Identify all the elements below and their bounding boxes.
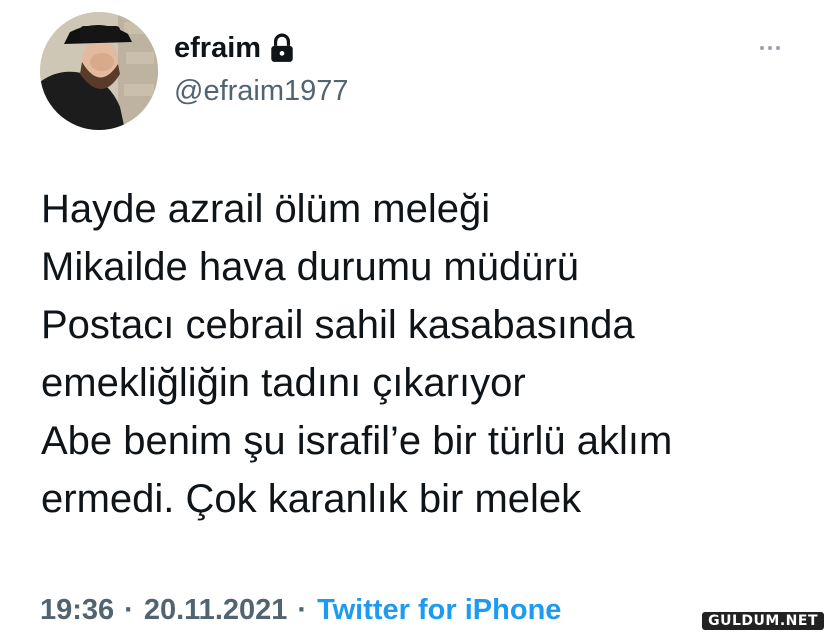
meta-separator: · [124, 594, 134, 626]
username[interactable]: @efraim1977 [174, 73, 349, 109]
tweet-line: Hayde azrail ölüm meleği [41, 187, 491, 231]
more-horizontal-icon-dot [776, 46, 780, 50]
tweet-date[interactable]: 20.11.2021 [144, 594, 288, 626]
tweet-line: ermedi. Çok karanlık bir melek [41, 477, 582, 521]
tweet-text: Hayde azrail ölüm meleği Mikailde hava d… [41, 180, 801, 528]
tweet-line: Mikailde hava durumu müdürü [41, 245, 580, 289]
more-horizontal-icon-dot [768, 46, 772, 50]
more-horizontal-icon-dot [760, 46, 764, 50]
avatar-photo [40, 12, 158, 130]
lock-icon [269, 33, 295, 63]
display-name-text: efraim [174, 32, 262, 64]
display-name[interactable]: efraim [174, 30, 295, 66]
tweet-source-link[interactable]: Twitter for iPhone [317, 594, 561, 626]
tweet-line: emekliğliğin tadını çıkarıyor [41, 361, 526, 405]
user-avatar[interactable] [40, 12, 158, 130]
watermark: GULDUM.NET [702, 612, 824, 630]
tweet-line: Postacı cebrail sahil kasabasında [41, 303, 635, 347]
tweet-line: Abe benim şu israfil’e bir türlü aklım [41, 419, 673, 463]
tweet-time[interactable]: 19:36 [40, 594, 114, 626]
meta-separator: · [297, 594, 308, 626]
more-options-button[interactable] [750, 40, 790, 56]
tweet-meta: 19:36 · 20.11.2021 · Twitter for iPhone [40, 590, 561, 630]
